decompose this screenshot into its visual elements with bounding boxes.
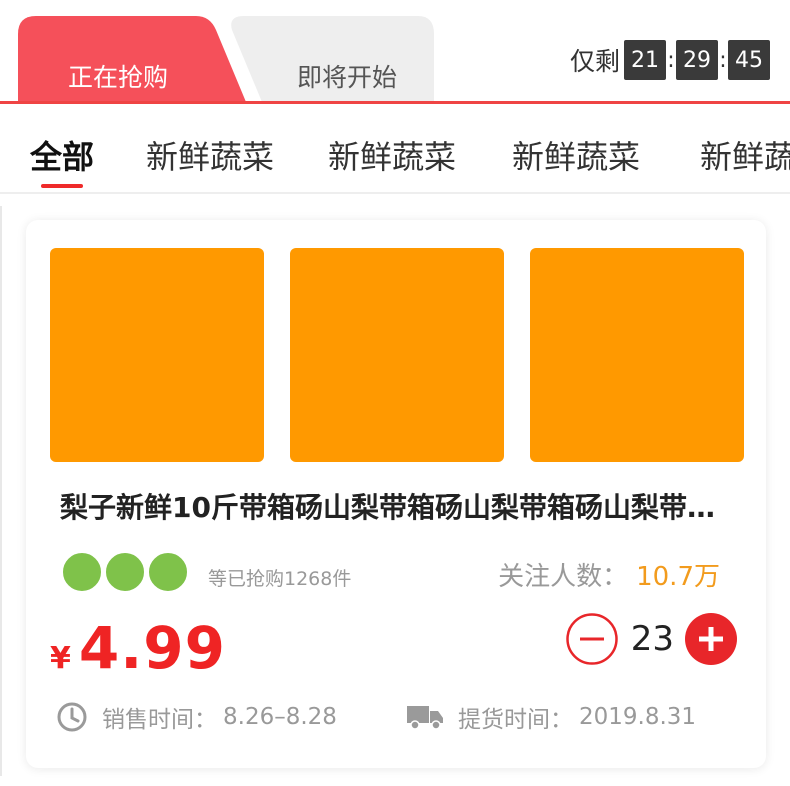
product-card[interactable]: 梨子新鲜10斤带箱砀山梨带箱砀山梨带箱砀山梨带箱砀山梨 等已抢购1268件 关注… xyxy=(26,220,766,768)
plus-circle-icon[interactable] xyxy=(684,612,738,666)
countdown-label: 仅剩 xyxy=(569,47,620,76)
product-thumbnail[interactable] xyxy=(530,248,744,462)
countdown-separator: : xyxy=(719,47,727,73)
pickup-time-value: 2019.8.31 xyxy=(579,704,697,730)
truck-icon xyxy=(407,706,443,730)
minus-circle-icon[interactable] xyxy=(565,612,619,666)
product-title[interactable]: 梨子新鲜10斤带箱砀山梨带箱砀山梨带箱砀山梨带箱砀山梨 xyxy=(60,486,740,526)
product-list: 梨子新鲜10斤带箱砀山梨带箱砀山梨带箱砀山梨带箱砀山梨 等已抢购1268件 关注… xyxy=(0,196,790,786)
price-amount: 4.99 xyxy=(78,614,226,682)
countdown-timer: 仅剩 21 : 29 : 45 xyxy=(570,40,770,80)
product-thumbnail[interactable] xyxy=(50,248,264,462)
sale-time-value: 8.26–8.28 xyxy=(223,704,337,730)
quantity-value: 23 xyxy=(630,619,674,659)
follower-value: 10.7万 xyxy=(636,562,720,592)
purchased-count: 等已抢购1268件 xyxy=(208,568,352,590)
tab-upcoming-label: 即将开始 xyxy=(296,63,397,92)
status-tab-bar: 正在抢购 即将开始 仅剩 21 : 29 : 45 xyxy=(0,0,790,104)
product-price: ¥ 4.99 xyxy=(50,614,226,682)
quantity-stepper: 23 xyxy=(565,612,738,666)
buyer-avatars xyxy=(62,552,191,596)
tab-in-progress[interactable]: 正在抢购 xyxy=(18,14,248,102)
countdown-hours: 21 xyxy=(624,40,666,80)
list-divider xyxy=(0,206,2,776)
avatar xyxy=(105,552,145,592)
category-tab-vegetables[interactable]: 新鲜蔬 xyxy=(700,132,790,178)
category-tab-vegetables[interactable]: 新鲜蔬菜 xyxy=(512,132,640,178)
category-tabs: 全部 新鲜蔬菜 新鲜蔬菜 新鲜蔬菜 新鲜蔬 xyxy=(0,104,790,194)
sale-time: 销售时间： 8.26–8.28 xyxy=(56,700,337,734)
countdown-separator: : xyxy=(667,47,675,73)
product-thumbnail[interactable] xyxy=(290,248,504,462)
category-tab-vegetables[interactable]: 新鲜蔬菜 xyxy=(146,132,274,178)
tab-upcoming[interactable]: 即将开始 xyxy=(226,14,436,102)
avatar xyxy=(148,552,188,592)
pickup-time: 提货时间： 2019.8.31 xyxy=(406,700,696,734)
category-tab-all[interactable]: 全部 xyxy=(30,132,94,178)
active-tab-indicator xyxy=(41,184,83,188)
tab-in-progress-label: 正在抢购 xyxy=(67,63,168,92)
follower-count: 关注人数： 10.7万 xyxy=(498,556,720,593)
countdown-seconds: 45 xyxy=(728,40,770,80)
pickup-time-label: 提货时间： xyxy=(458,707,573,733)
currency-symbol: ¥ xyxy=(50,641,71,676)
avatar xyxy=(62,552,102,592)
category-tab-vegetables[interactable]: 新鲜蔬菜 xyxy=(328,132,456,178)
clock-icon xyxy=(57,702,87,732)
follower-label: 关注人数： xyxy=(498,562,629,592)
countdown-minutes: 29 xyxy=(676,40,718,80)
sale-time-label: 销售时间： xyxy=(102,707,217,733)
